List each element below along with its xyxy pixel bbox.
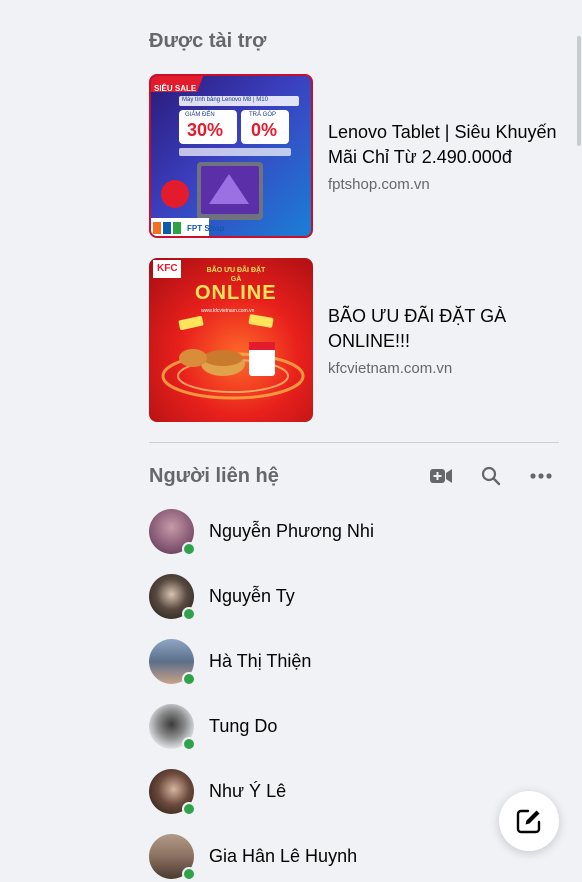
avatar-container — [149, 573, 196, 621]
ad-image-lenovo[interactable]: SIÊU SALE Máy tính bảng Lenovo M8 | M10 … — [149, 74, 313, 238]
ad-domain: kfcvietnam.com.vn — [328, 359, 453, 377]
ad-installment-label: TRẢ GÓP — [249, 112, 277, 118]
contact-item[interactable]: Tung Do — [149, 700, 559, 752]
contact-item[interactable]: Gia Hân Lê Huynh — [149, 830, 559, 882]
video-call-icon — [430, 469, 452, 483]
ad-image-kfc[interactable]: KFC BÃO ƯU ĐÃI ĐẶT GÀ ONLINE www.kfcviet… — [149, 258, 313, 422]
search-icon — [481, 466, 501, 486]
avatar-container — [149, 768, 196, 816]
right-sidebar: Được tài trợ SIÊU SALE Máy tính bảng Len… — [0, 0, 582, 881]
ad-discount-value: 30% — [187, 120, 224, 140]
avatar-container — [149, 508, 196, 556]
avatar-container — [149, 703, 196, 751]
ad-title[interactable]: Lenovo Tablet | Siêu Khuyến Mãi Chỉ Từ 2… — [328, 120, 559, 170]
online-status-dot — [182, 671, 196, 686]
contacts-heading: Người liên hệ — [149, 464, 279, 487]
contact-name: Nguyễn Ty — [209, 585, 295, 606]
ad-discount-label: GIẢM ĐẾN — [185, 112, 215, 118]
online-status-dot — [182, 801, 196, 816]
contact-name: Tung Do — [209, 715, 278, 736]
sponsored-heading: Được tài trợ — [149, 30, 267, 52]
sponsored-ad-kfc[interactable]: KFC BÃO ƯU ĐÃI ĐẶT GÀ ONLINE www.kfcviet… — [149, 258, 559, 422]
ad-url: www.kfcvietnam.com.vn — [201, 308, 255, 314]
contact-name: Nguyễn Phương Nhi — [209, 520, 374, 541]
kfc-logo: KFC — [157, 263, 178, 274]
sponsored-ad-lenovo[interactable]: SIÊU SALE Máy tính bảng Lenovo M8 | M10 … — [149, 74, 559, 238]
online-status-dot — [182, 866, 196, 881]
online-status-dot — [182, 606, 196, 621]
contact-item[interactable]: Nguyễn Phương Nhi — [149, 505, 559, 557]
avatar-container — [149, 638, 196, 686]
ad-title[interactable]: BÃO ƯU ĐÃI ĐẶT GÀ ONLINE!!! — [328, 304, 559, 354]
ad-headline: Máy tính bảng Lenovo M8 | M10 — [182, 97, 268, 103]
ad-text-kfc[interactable]: BÃO ƯU ĐÃI ĐẶT GÀ ONLINE!!! kfcvietnam.c… — [328, 304, 559, 377]
ad-text-lenovo[interactable]: Lenovo Tablet | Siêu Khuyến Mãi Chỉ Từ 2… — [328, 120, 559, 193]
more-options-button[interactable] — [523, 458, 559, 494]
scrollbar-thumb[interactable] — [577, 36, 581, 146]
contact-item[interactable]: Như Ý Lê — [149, 765, 559, 817]
online-status-dot — [182, 736, 196, 751]
video-call-button[interactable] — [423, 458, 459, 494]
compose-icon — [516, 809, 541, 834]
ad-domain: fptshop.com.vn — [328, 175, 430, 193]
contacts-header: Người liên hệ — [149, 458, 559, 494]
contact-item[interactable]: Nguyễn Ty — [149, 570, 559, 622]
contact-item[interactable]: Hà Thị Thiện — [149, 635, 559, 687]
new-message-button[interactable] — [499, 791, 559, 851]
ad-badge: SIÊU SALE — [154, 84, 197, 93]
contact-name: Hà Thị Thiện — [209, 650, 312, 671]
scrollbar-track[interactable] — [576, 0, 582, 872]
ad-brand: FPT Shop — [187, 224, 225, 233]
online-status-dot — [182, 541, 196, 556]
section-divider — [149, 442, 559, 443]
contact-name: Như Ý Lê — [209, 780, 287, 801]
search-contacts-button[interactable] — [473, 458, 509, 494]
ad-installment-value: 0% — [251, 120, 278, 140]
ad-headline-big: ONLINE — [195, 282, 277, 304]
contact-name: Gia Hân Lê Huynh — [209, 845, 358, 866]
more-icon — [530, 473, 552, 479]
